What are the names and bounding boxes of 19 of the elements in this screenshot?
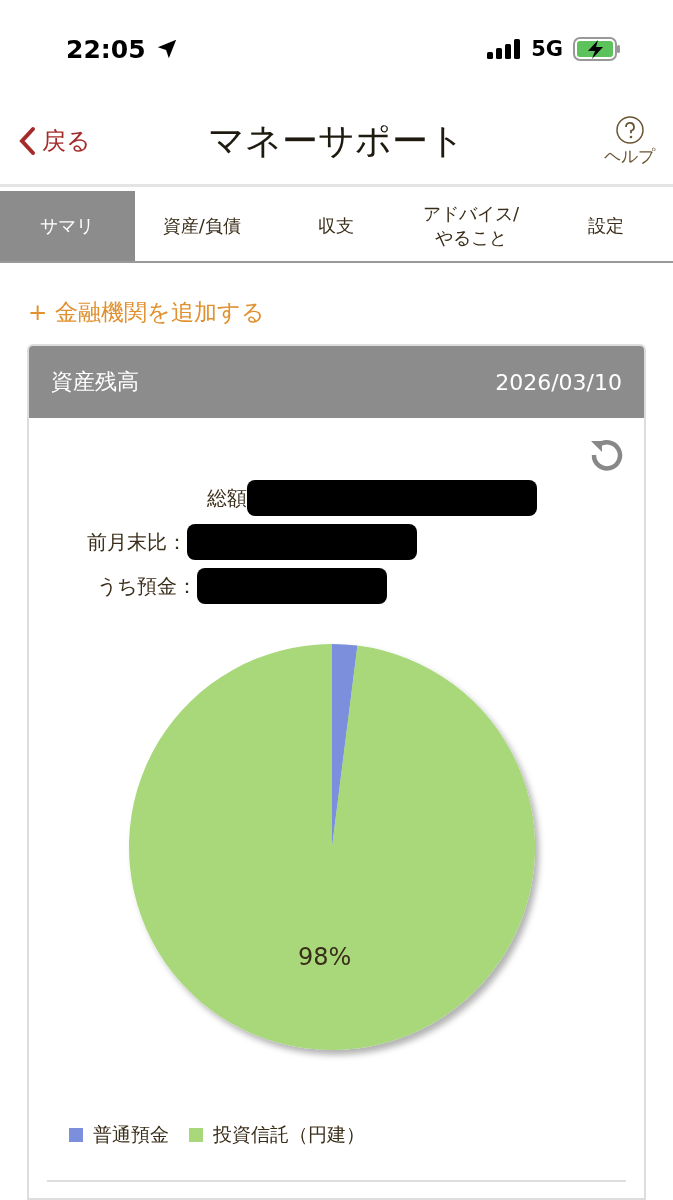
network-type: 5G — [531, 37, 563, 61]
help-button[interactable]: ヘルプ — [545, 114, 655, 168]
summary-label: 総額 — [206, 484, 247, 512]
signal-icon — [487, 39, 522, 59]
battery-charging-icon — [573, 37, 621, 61]
summary-label: うち預金： — [96, 572, 197, 600]
card-date: 2026/03/10 — [495, 369, 622, 395]
back-link[interactable]: 戻る — [18, 125, 128, 157]
question-circle-icon — [614, 114, 645, 145]
page-title: マネーサポート — [208, 118, 465, 163]
chevron-left-icon — [18, 126, 36, 156]
legend-swatch — [189, 1128, 203, 1142]
summary-label: 前月末比： — [86, 528, 187, 556]
legend-swatch — [69, 1128, 83, 1142]
status-time: 22:05 — [66, 34, 146, 64]
legend-label: 投資信託（円建） — [213, 1122, 365, 1147]
slice-label: 98% — [297, 942, 351, 971]
card-title: 資産残高 — [51, 368, 139, 396]
legend-label: 普通預金 — [93, 1122, 169, 1147]
